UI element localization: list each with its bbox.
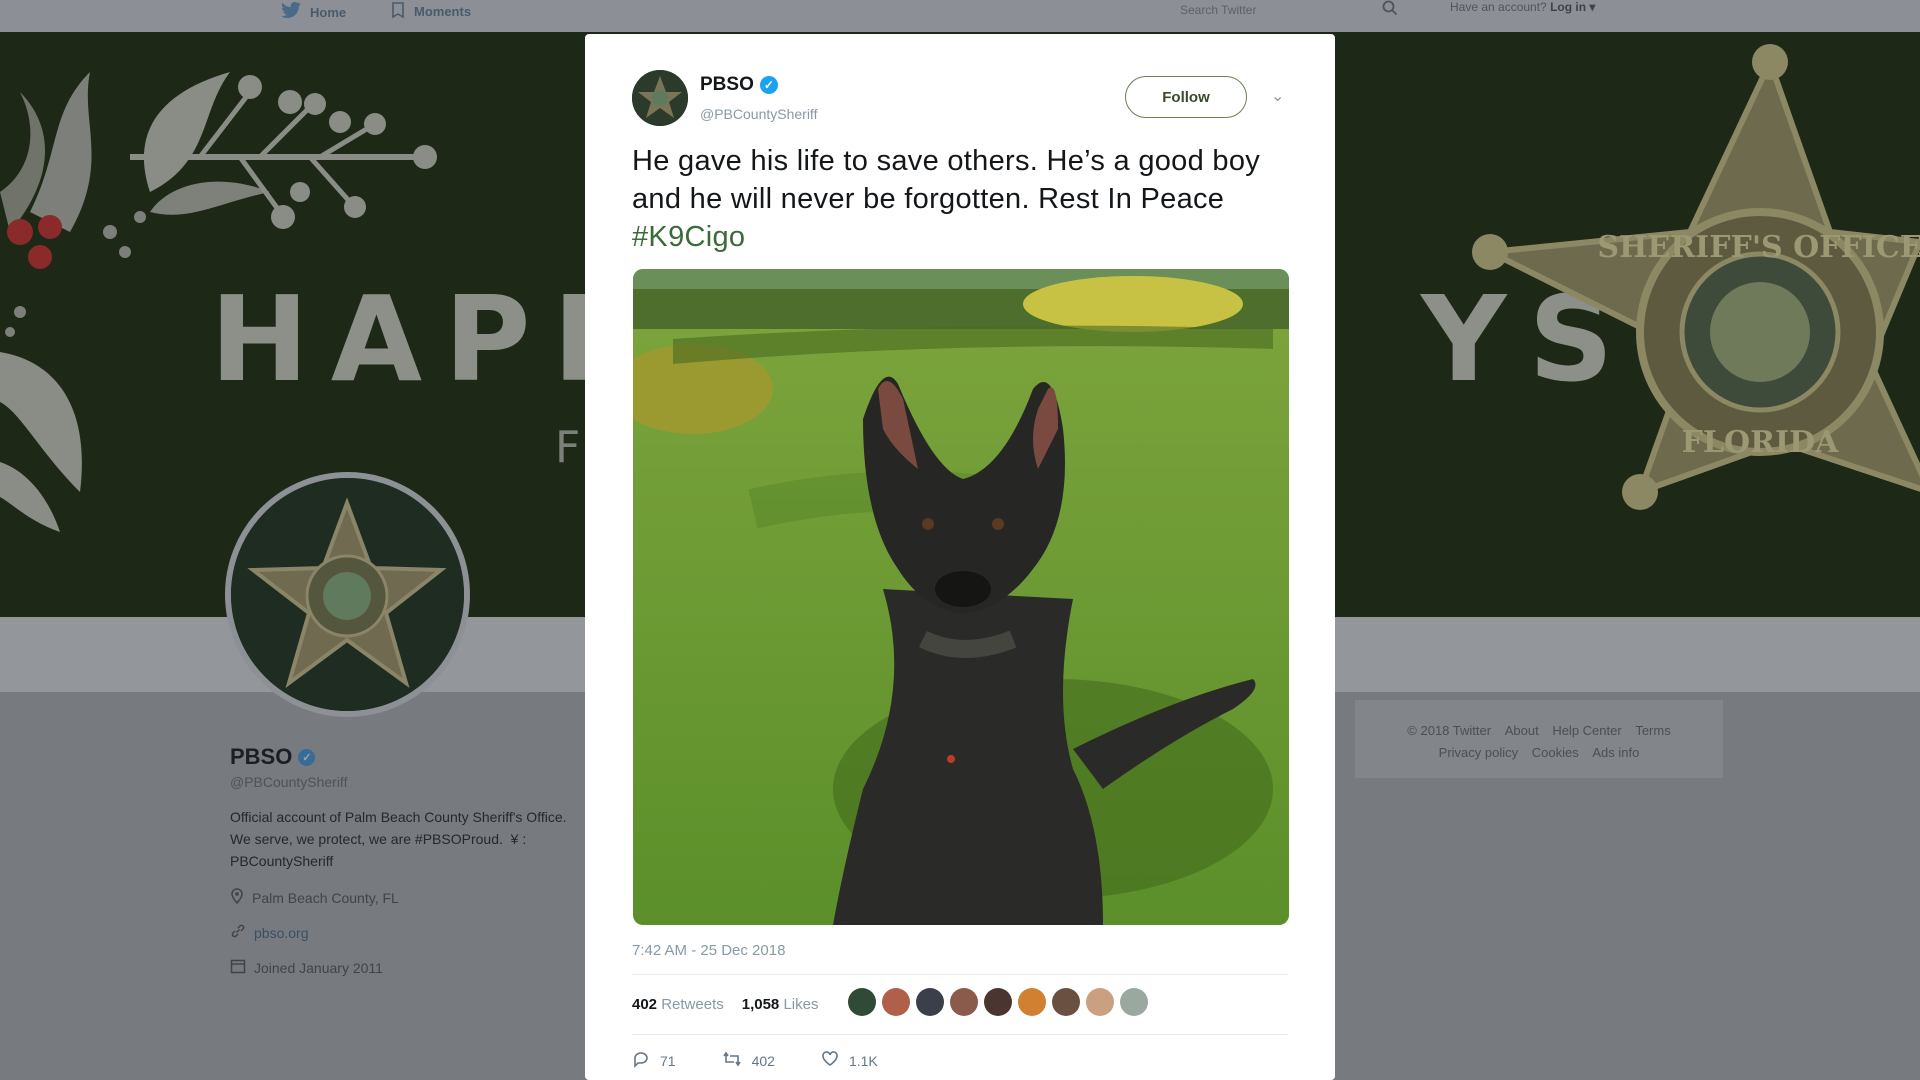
footer-terms[interactable]: Terms [1635, 723, 1670, 738]
top-navigation: Home Moments Search Twitter Have an acco… [0, 0, 1920, 32]
divider [632, 974, 1288, 975]
liker-avatars [848, 988, 1148, 1016]
profile-handle[interactable]: @PBCountySheriff [230, 774, 590, 790]
profile-joined: Joined January 2011 [230, 958, 590, 977]
profile-bio: Official account of Palm Beach County Sh… [230, 809, 567, 869]
twitter-bird-icon [280, 2, 302, 23]
link-icon [230, 923, 246, 942]
screen: Home Moments Search Twitter Have an acco… [0, 0, 1920, 1080]
follow-button[interactable]: Follow [1125, 76, 1247, 118]
tweet-text: He gave his life to save others. He’s a … [632, 142, 1282, 256]
footer-copyright: © 2018 Twitter [1407, 723, 1492, 738]
liker-avatar[interactable] [916, 988, 944, 1016]
retweets-label: Retweets [661, 996, 724, 1013]
profile-name-row: PBSO ✓ [230, 744, 590, 770]
chevron-down-icon[interactable]: ⌄ [1271, 86, 1284, 106]
tweet-photo[interactable] [633, 269, 1289, 925]
tweet-card: PBSO ✓ @PBCountySheriff Follow ⌄ He gave… [585, 34, 1335, 1080]
have-account-text: Have an account? [1450, 0, 1547, 14]
search-icon[interactable] [1382, 0, 1398, 19]
tweet-author-row: PBSO ✓ [700, 74, 778, 96]
liker-avatar[interactable] [984, 988, 1012, 1016]
banner-subline: F [555, 422, 581, 473]
nav-home[interactable]: Home [280, 2, 346, 23]
search-input[interactable]: Search Twitter [1150, 0, 1410, 22]
joined-text: Joined January 2011 [254, 959, 383, 976]
nav-moments[interactable]: Moments [390, 2, 471, 21]
verified-icon: ✓ [759, 76, 778, 94]
retweet-icon [722, 1050, 742, 1071]
profile-name[interactable]: PBSO [230, 744, 292, 770]
moments-icon [390, 2, 406, 21]
likes-stat[interactable]: 1,058 Likes [742, 996, 819, 1013]
tweet-text-main: He gave his life to save others. He’s a … [632, 145, 1261, 215]
verified-icon: ✓ [298, 748, 316, 766]
retweet-button[interactable]: 402 [722, 1050, 775, 1071]
footer-privacy[interactable]: Privacy policy [1439, 745, 1518, 760]
reply-icon [632, 1050, 650, 1071]
tweet-author-handle[interactable]: @PBCountySheriff [700, 106, 817, 122]
tweet-actions: 71 402 1.1K [632, 1050, 878, 1071]
footer-about[interactable]: About [1505, 723, 1539, 738]
profile-location: Palm Beach County, FL [230, 888, 590, 907]
footer-links: © 2018 Twitter About Help Center Terms P… [1355, 700, 1723, 778]
nav-home-label: Home [310, 5, 347, 20]
liker-avatar[interactable] [1052, 988, 1080, 1016]
liker-avatar[interactable] [882, 988, 910, 1016]
like-count: 1.1K [848, 1052, 878, 1069]
chevron-down-icon[interactable]: ▾ [1589, 0, 1595, 14]
retweets-count: 402 [632, 996, 658, 1013]
account-area: Have an account? Log in ▾ [1450, 0, 1595, 14]
likes-label: Likes [783, 996, 819, 1013]
tweet-avatar[interactable] [632, 70, 688, 126]
location-text: Palm Beach County, FL [252, 889, 399, 906]
svg-text:SHERIFF'S OFFICE: SHERIFF'S OFFICE [1597, 230, 1920, 265]
liker-avatar[interactable] [950, 988, 978, 1016]
reply-count: 71 [660, 1052, 676, 1069]
liker-avatar[interactable] [1120, 988, 1148, 1016]
star-badge-icon [231, 478, 464, 711]
star-badge-icon [632, 70, 688, 126]
svg-text:FLORIDA: FLORIDA [1682, 425, 1840, 460]
sheriff-badge-decoration: SHERIFF'S OFFICE FLORIDA [1472, 44, 1920, 510]
profile-website[interactable]: pbso.org [230, 923, 590, 942]
liker-avatar[interactable] [1086, 988, 1114, 1016]
search-placeholder: Search Twitter [1180, 3, 1257, 17]
footer-help-center[interactable]: Help Center [1552, 723, 1621, 738]
retweet-count: 402 [751, 1052, 775, 1069]
tweet-stats: 402 Retweets 1,058 Likes [632, 996, 818, 1013]
profile-avatar[interactable] [225, 472, 470, 717]
footer-cookies[interactable]: Cookies [1532, 745, 1579, 760]
footer-ads-info[interactable]: Ads info [1592, 745, 1639, 760]
location-icon [230, 888, 244, 907]
dog-photo-illustration [633, 269, 1289, 925]
likes-count: 1,058 [741, 996, 780, 1013]
tweet-author-name[interactable]: PBSO [700, 74, 754, 96]
hashtag-link[interactable]: #K9Cigo [632, 221, 745, 253]
footer-row-2: Privacy policy Cookies Ads info [1355, 742, 1723, 764]
reply-button[interactable]: 71 [632, 1050, 676, 1071]
footer-row-1: © 2018 Twitter About Help Center Terms [1355, 720, 1723, 742]
tweet-timestamp[interactable]: 7:42 AM - 25 Dec 2018 [632, 942, 785, 959]
nav-moments-label: Moments [414, 4, 472, 19]
login-link[interactable]: Log in [1550, 0, 1586, 14]
divider [632, 1034, 1288, 1035]
calendar-icon [230, 958, 246, 977]
heart-icon [821, 1050, 839, 1071]
profile-info: PBSO ✓ @PBCountySheriff Official account… [230, 744, 590, 977]
retweets-stat[interactable]: 402 Retweets [632, 996, 724, 1013]
liker-avatar[interactable] [1018, 988, 1046, 1016]
liker-avatar[interactable] [848, 988, 876, 1016]
website-link[interactable]: pbso.org [254, 925, 308, 941]
like-button[interactable]: 1.1K [821, 1050, 878, 1071]
